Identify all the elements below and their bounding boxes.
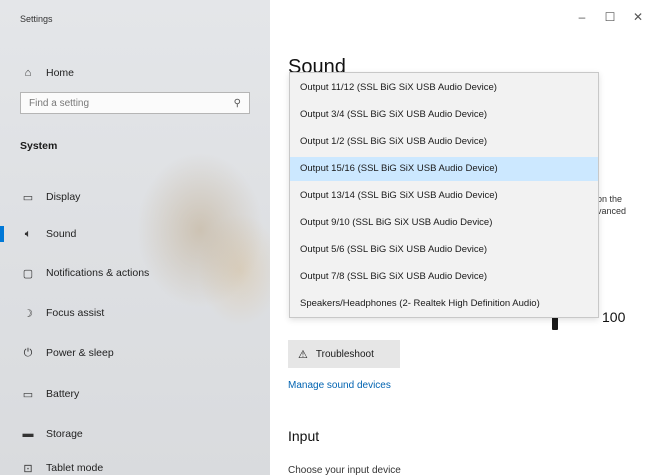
volume-value: 100 (602, 309, 626, 325)
window-title: Settings (20, 14, 53, 24)
output-device-dropdown[interactable]: Output 11/12 (SSL BiG SiX USB Audio Devi… (289, 72, 599, 318)
search-placeholder: Find a setting (29, 97, 90, 109)
power-icon: ⏻ (23, 346, 33, 359)
sidebar-item-label: Battery (46, 388, 80, 400)
window-controls: – ☐ ✕ (568, 10, 652, 24)
sidebar-item-tablet[interactable]: ⊡ Tablet mode (20, 461, 103, 475)
battery-icon: ▭ (22, 388, 34, 401)
sidebar-item-label: Notifications & actions (46, 267, 150, 279)
dropdown-option[interactable]: Output 11/12 (SSL BiG SiX USB Audio Devi… (290, 76, 598, 100)
sidebar-item-focus-assist[interactable]: ☽ Focus assist (20, 306, 104, 320)
minimize-button[interactable]: – (568, 10, 596, 24)
sidebar-item-storage[interactable]: ▬ Storage (20, 427, 83, 441)
storage-icon: ▬ (22, 428, 34, 440)
sidebar-item-label: Power & sleep (46, 347, 114, 359)
display-icon: ▭ (22, 191, 34, 204)
sidebar-item-label: Focus assist (46, 307, 105, 319)
maximize-button[interactable]: ☐ (596, 10, 624, 24)
focus-assist-icon: ☽ (23, 307, 33, 320)
output-description: on the vanced (597, 193, 626, 217)
description-line: on the (597, 194, 623, 204)
search-input[interactable]: Find a setting ⚲ (20, 92, 250, 114)
section-heading: System (20, 140, 58, 152)
home-icon: ⌂ (24, 67, 32, 79)
sidebar-item-sound[interactable]: 🔈︎ Sound (20, 227, 77, 241)
choose-input-label: Choose your input device (288, 465, 401, 476)
warning-icon: ⚠ (298, 348, 308, 361)
troubleshoot-button[interactable]: ⚠ Troubleshoot (288, 340, 400, 368)
sidebar-item-label: Tablet mode (46, 462, 104, 474)
dropdown-option[interactable]: Output 1/2 (SSL BiG SiX USB Audio Device… (290, 130, 598, 154)
dropdown-option[interactable]: Output 13/14 (SSL BiG SiX USB Audio Devi… (290, 184, 598, 208)
sidebar-item-label: Sound (46, 228, 77, 240)
sidebar-item-label: Storage (46, 428, 83, 440)
manage-sound-devices-link[interactable]: Manage sound devices (288, 380, 391, 391)
sidebar-item-power[interactable]: ⏻ Power & sleep (20, 346, 114, 360)
volume-slider-thumb[interactable] (552, 316, 558, 330)
navigation-pane: Settings ⌂ Home Find a setting ⚲ System … (0, 0, 270, 475)
sidebar-item-notifications[interactable]: ▢ Notifications & actions (20, 266, 150, 280)
sidebar-item-battery[interactable]: ▭ Battery (20, 387, 79, 401)
dropdown-option[interactable]: Speakers/Headphones (2- Realtek High Def… (290, 292, 598, 316)
dropdown-option-selected[interactable]: Output 15/16 (SSL BiG SiX USB Audio Devi… (290, 157, 598, 181)
close-button[interactable]: ✕ (624, 10, 652, 24)
dropdown-option[interactable]: Output 5/6 (SSL BiG SiX USB Audio Device… (290, 238, 598, 262)
sound-icon: 🔈︎ (24, 227, 32, 240)
nav-home[interactable]: ⌂ Home (20, 66, 74, 80)
dropdown-option[interactable]: Output 3/4 (SSL BiG SiX USB Audio Device… (290, 103, 598, 127)
selection-indicator (0, 226, 4, 242)
dropdown-option[interactable]: Output 9/10 (SSL BiG SiX USB Audio Devic… (290, 211, 598, 235)
input-heading: Input (288, 428, 320, 444)
tablet-icon: ⊡ (23, 462, 33, 475)
sidebar-item-display[interactable]: ▭ Display (20, 190, 81, 204)
search-icon: ⚲ (233, 97, 241, 109)
sidebar-item-label: Display (46, 191, 81, 203)
dropdown-option[interactable]: Output 7/8 (SSL BiG SiX USB Audio Device… (290, 265, 598, 289)
description-line: vanced (597, 206, 627, 216)
troubleshoot-label: Troubleshoot (315, 348, 374, 360)
nav-home-label: Home (46, 67, 75, 79)
notifications-icon: ▢ (22, 267, 34, 280)
